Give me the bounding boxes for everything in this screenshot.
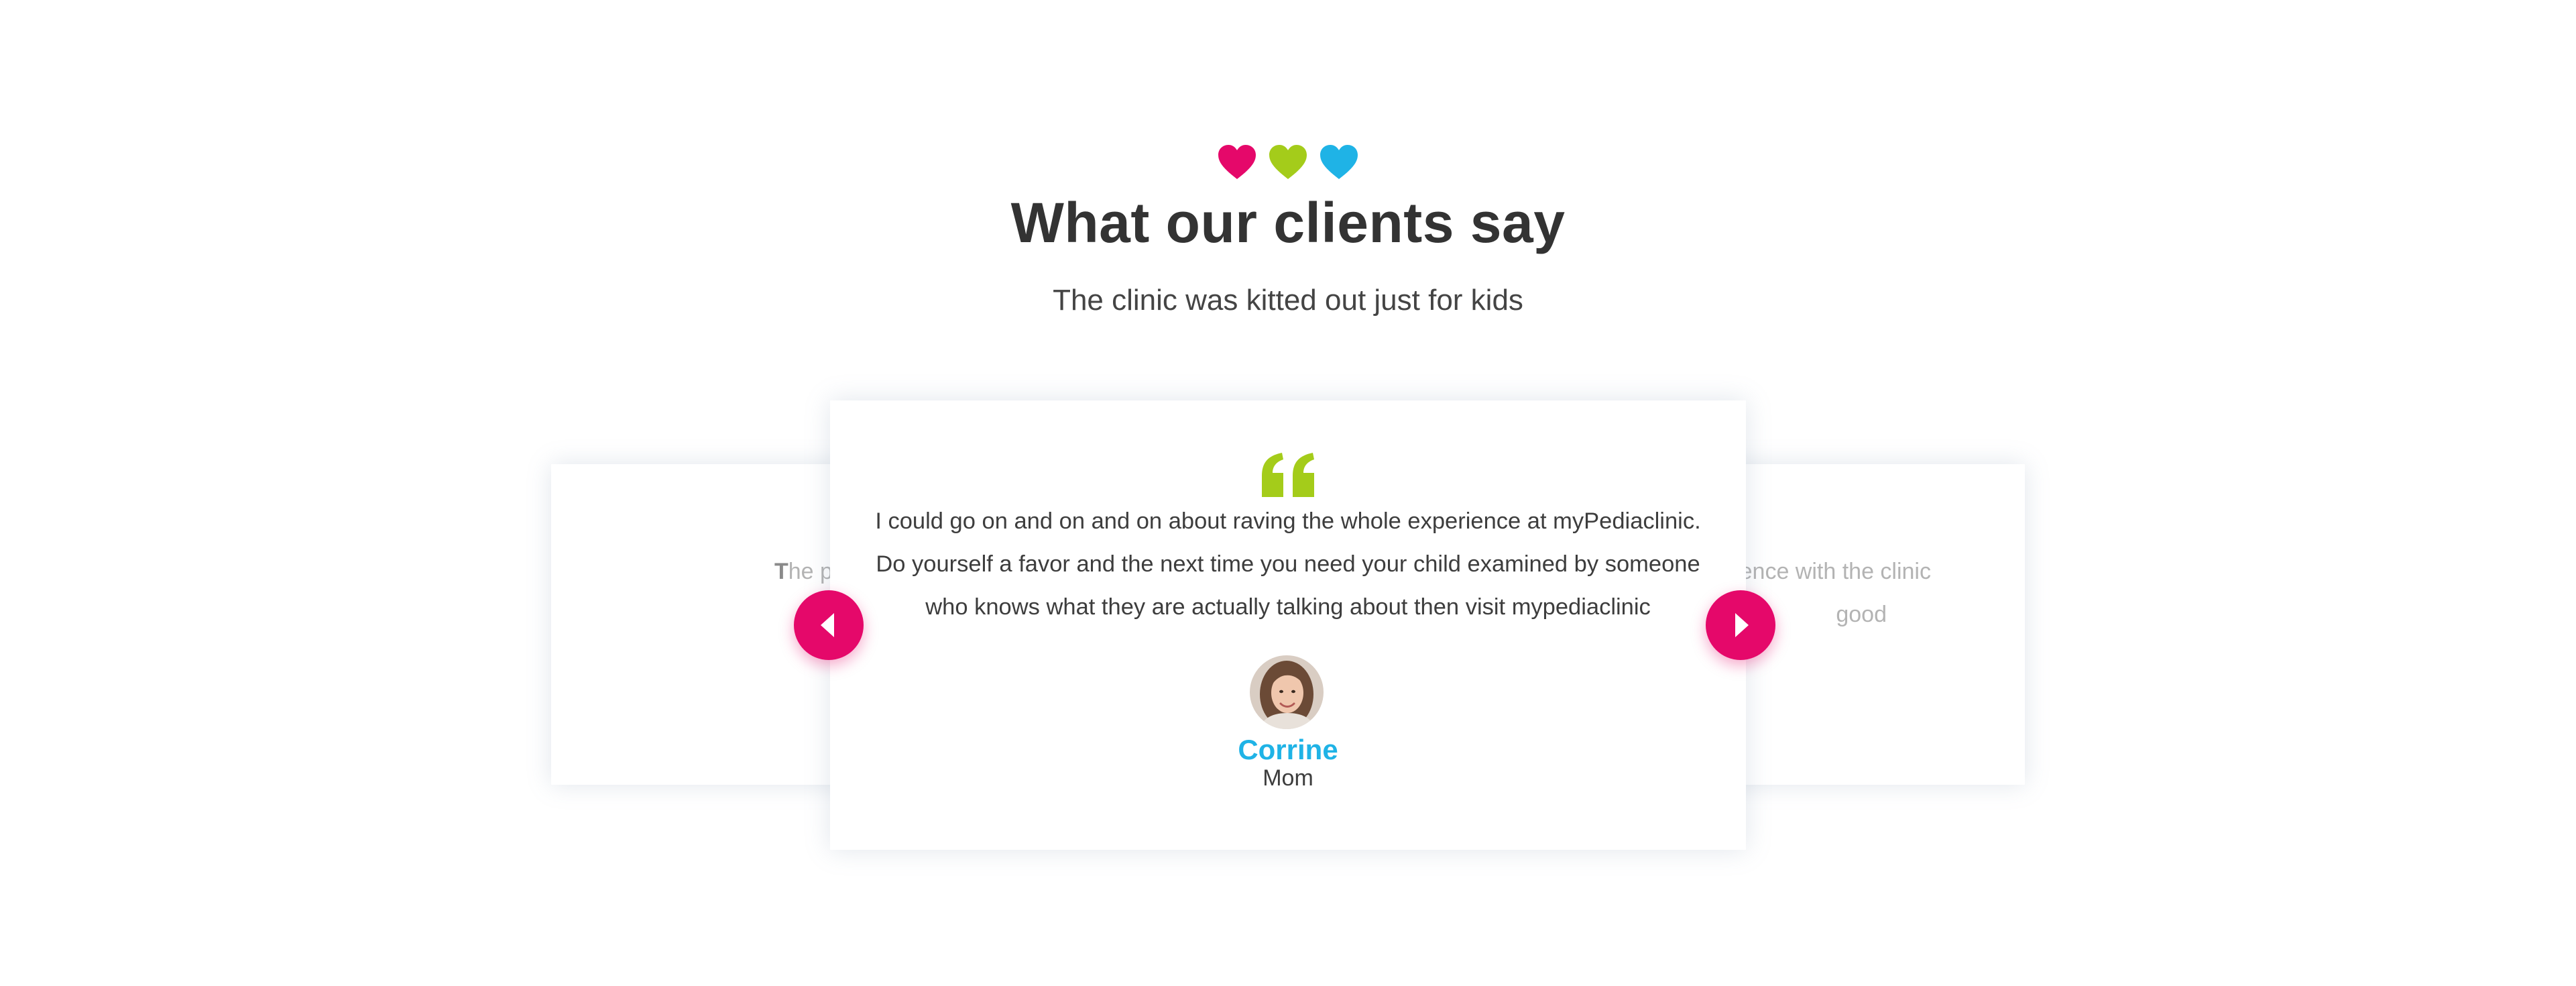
section-subtitle: The clinic was kitted out just for kids: [1053, 284, 1523, 317]
arrow-right-shape: [1735, 613, 1749, 637]
heart-green-icon: [1269, 145, 1307, 179]
avatar-eye-right: [1291, 690, 1295, 694]
heart-pink-shape: [1218, 145, 1256, 179]
heart-pink-icon: [1218, 145, 1256, 179]
arrow-left-icon: [821, 613, 834, 637]
section-title: What our clients say: [1010, 191, 1566, 254]
quote-right-shape: [1293, 453, 1314, 497]
author-name: Corrine: [1238, 734, 1338, 765]
heart-green-shape: [1269, 145, 1307, 179]
testimonial-quote: I could go on and on and on about raving…: [830, 500, 1746, 628]
quote-left-shape: [1262, 453, 1283, 497]
testimonials-section: What our clients say The clinic was kitt…: [0, 0, 2576, 986]
quote-icon: [1262, 453, 1314, 497]
hearts-decoration: [1217, 142, 1359, 182]
avatar-portrait: [1250, 655, 1324, 729]
testimonial-line: Do yourself a favor and the next time yo…: [876, 551, 1700, 577]
heart-blue-shape: [1320, 145, 1358, 179]
next-testimonial-button[interactable]: [1706, 590, 1775, 660]
arrow-left-shape: [821, 613, 834, 637]
testimonial-card-active: I could go on and on and on about raving…: [830, 400, 1746, 850]
avatar: [1250, 655, 1324, 729]
testimonial-line: I could go on and on and on about raving…: [875, 508, 1701, 534]
previous-testimonial-button[interactable]: [794, 590, 864, 660]
heart-blue-icon: [1320, 145, 1358, 179]
author-role: Mom: [1263, 765, 1313, 791]
drop-letter: T: [774, 559, 788, 584]
testimonial-line: who knows what they are actually talking…: [925, 594, 1651, 620]
arrow-right-icon: [1735, 613, 1749, 637]
avatar-eye-left: [1279, 690, 1283, 694]
